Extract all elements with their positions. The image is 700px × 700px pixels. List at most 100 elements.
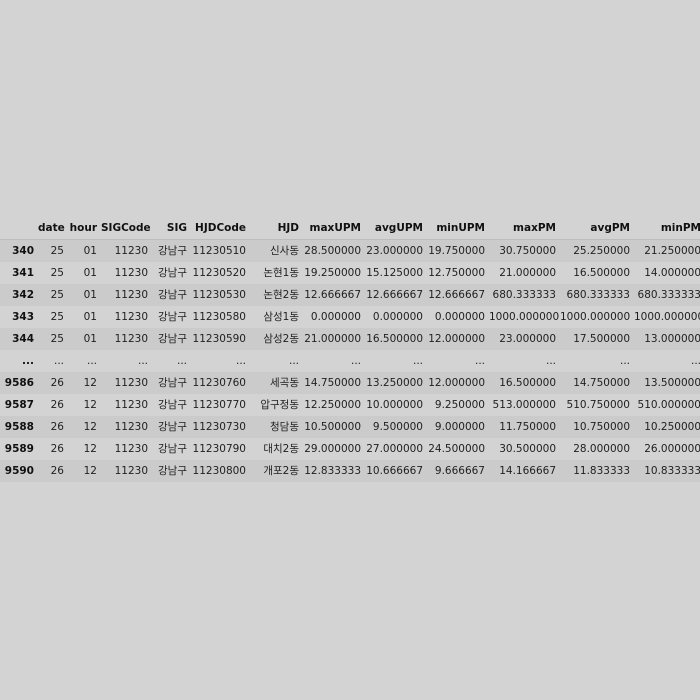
table-cell: 30.500000 xyxy=(499,443,556,455)
table-cell: 11230 xyxy=(114,399,148,411)
table-cell: 강남구 xyxy=(158,377,187,389)
table-cell: 26 xyxy=(50,465,64,477)
table-cell: 21.000000 xyxy=(304,333,361,345)
table-cell: 10.666667 xyxy=(366,465,423,477)
table-cell: 11230800 xyxy=(192,465,246,477)
table-cell: 13.250000 xyxy=(366,377,423,389)
table-cell: 26.000000 xyxy=(644,443,700,455)
table-cell: 24.500000 xyxy=(428,443,485,455)
table-cell: 11230 xyxy=(114,465,148,477)
table-cell: 19.750000 xyxy=(428,245,485,257)
table-cell: 11230 xyxy=(114,245,148,257)
table-cell: 강남구 xyxy=(158,465,187,477)
table-cell: 12 xyxy=(83,377,97,389)
table-cell: 11230760 xyxy=(192,377,246,389)
table-row: 341 25 01 11230 강남구 11230520 논현1동 19.250000 15.1… xyxy=(0,262,700,284)
column-header: maxPM xyxy=(489,218,560,240)
table-cell: 26 xyxy=(50,377,64,389)
table-cell: 11230 xyxy=(114,443,148,455)
column-header: avgUPM xyxy=(365,218,427,240)
table-cell: 680.333333 xyxy=(492,289,556,301)
table-cell: 23.000000 xyxy=(366,245,423,257)
table-cell: 강남구 xyxy=(158,443,187,455)
header-row: date hour SIGCode SIG HJDCode HJD maxUPM… xyxy=(0,218,700,240)
table-cell: 12 xyxy=(83,421,97,433)
table-cell: 28.000000 xyxy=(573,443,630,455)
column-header: minUPM xyxy=(427,218,489,240)
table-cell: 11230770 xyxy=(192,399,246,411)
row-index: ... xyxy=(22,355,34,367)
table-cell: 14.166667 xyxy=(499,465,556,477)
table-cell: 680.333333 xyxy=(637,289,700,301)
table-cell: 12 xyxy=(83,399,97,411)
table-cell: 삼성1동 xyxy=(263,311,299,323)
table-cell: 10.500000 xyxy=(304,421,361,433)
table-row: 9590 26 12 11230 강남구 11230800 개포2동 12.833333 10.… xyxy=(0,460,700,482)
table-cell: ... xyxy=(474,355,485,367)
table-cell: 16.500000 xyxy=(366,333,423,345)
table-cell: 26 xyxy=(50,399,64,411)
table-row: 9587 26 12 11230 강남구 11230770 압구정동 12.250000 10.… xyxy=(0,394,700,416)
table-body: 340 25 01 11230 강남구 11230510 신사동 28.500000 23.00… xyxy=(0,239,700,482)
page: date hour SIGCode SIG HJDCode HJD maxUPM… xyxy=(0,0,700,700)
column-header: hour xyxy=(68,218,101,240)
table-cell: 12.666667 xyxy=(428,289,485,301)
table-cell: ... xyxy=(412,355,423,367)
column-header: HJD xyxy=(250,218,303,240)
table-cell: 12.000000 xyxy=(428,377,485,389)
table-cell: 압구정동 xyxy=(260,399,299,411)
table-cell: 12.000000 xyxy=(428,333,485,345)
table-cell: 강남구 xyxy=(158,267,187,279)
table-cell: 510.000000 xyxy=(637,399,700,411)
row-index: 9587 xyxy=(4,399,34,411)
table-cell: 21.250000 xyxy=(644,245,700,257)
table-cell: 26 xyxy=(50,421,64,433)
table-cell: 11230 xyxy=(114,333,148,345)
table-cell: 25.250000 xyxy=(573,245,630,257)
table-cell: 25 xyxy=(50,267,64,279)
table-row: 9586 26 12 11230 강남구 11230760 세곡동 14.750000 13.2… xyxy=(0,372,700,394)
table-cell: 0.000000 xyxy=(372,311,423,323)
table-cell: 11230530 xyxy=(192,289,246,301)
table-cell: 27.000000 xyxy=(366,443,423,455)
table-cell: 19.250000 xyxy=(304,267,361,279)
table-cell: 11230520 xyxy=(192,267,246,279)
table-cell: 9.666667 xyxy=(434,465,485,477)
table-cell: 16.500000 xyxy=(573,267,630,279)
table-cell: 9.500000 xyxy=(372,421,423,433)
table-cell: ... xyxy=(137,355,148,367)
table-cell: 논현2동 xyxy=(263,289,299,301)
table-cell: 강남구 xyxy=(158,333,187,345)
row-index: 341 xyxy=(12,267,34,279)
column-header: maxUPM xyxy=(303,218,365,240)
table-cell: 30.750000 xyxy=(499,245,556,257)
table-cell: 논현1동 xyxy=(263,267,299,279)
column-header: SIGCode xyxy=(101,218,152,240)
table-cell: 11230590 xyxy=(192,333,246,345)
table-cell: 01 xyxy=(83,267,97,279)
table-cell: 11230 xyxy=(114,421,148,433)
row-index: 344 xyxy=(12,333,34,345)
table-cell: 강남구 xyxy=(158,289,187,301)
table-cell: 강남구 xyxy=(158,311,187,323)
table-cell: 26 xyxy=(50,443,64,455)
table-cell: 14.750000 xyxy=(304,377,361,389)
table-cell: 9.000000 xyxy=(434,421,485,433)
table-cell: 12.750000 xyxy=(428,267,485,279)
table-cell: 강남구 xyxy=(158,245,187,257)
table-row: 344 25 01 11230 강남구 11230590 삼성2동 21.000000 16.5… xyxy=(0,328,700,350)
table-cell: 25 xyxy=(50,311,64,323)
table-cell: ... xyxy=(86,355,97,367)
table-cell: 12 xyxy=(83,465,97,477)
table-cell: 01 xyxy=(83,311,97,323)
table-cell: 12.666667 xyxy=(304,289,361,301)
table-cell: 9.250000 xyxy=(434,399,485,411)
table-cell: 01 xyxy=(83,245,97,257)
dataframe-table: date hour SIGCode SIG HJDCode HJD maxUPM… xyxy=(0,218,700,482)
table-row: 343 25 01 11230 강남구 11230580 삼성1동 0.000000 0.000… xyxy=(0,306,700,328)
table-cell: ... xyxy=(235,355,246,367)
table-cell: 강남구 xyxy=(158,399,187,411)
row-index: 9586 xyxy=(4,377,34,389)
table-cell: 25 xyxy=(50,245,64,257)
table-cell: 12.250000 xyxy=(304,399,361,411)
